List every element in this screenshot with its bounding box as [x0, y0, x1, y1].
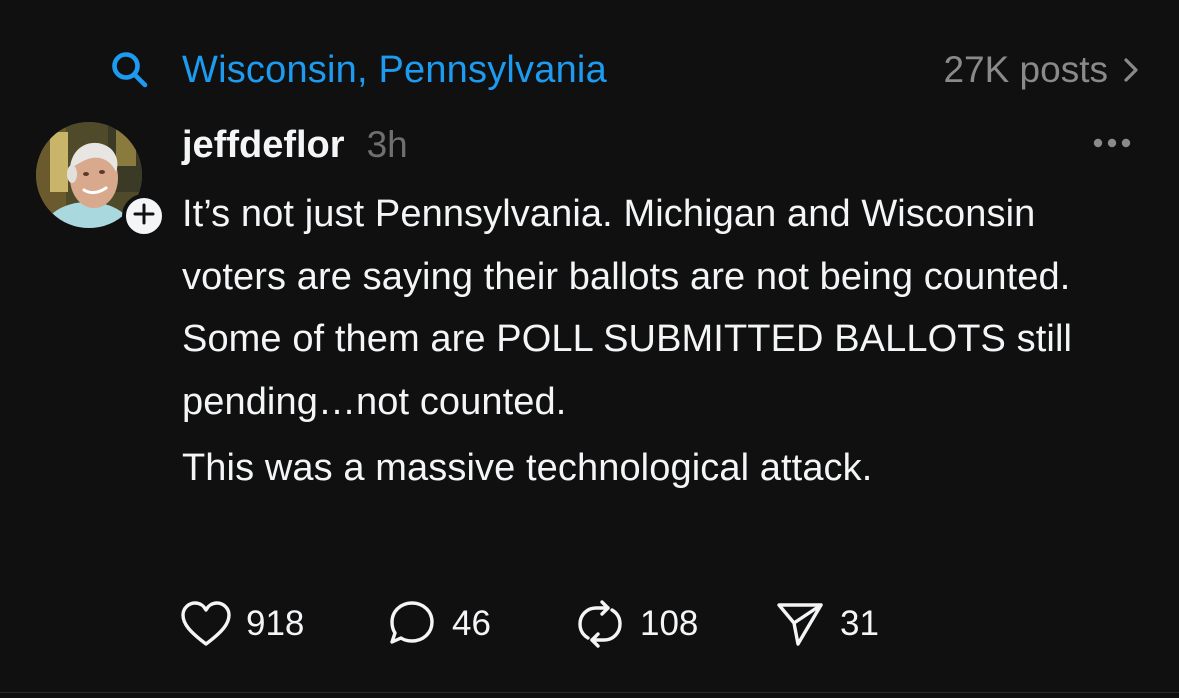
author-avatar-group[interactable]	[36, 122, 166, 238]
author-username[interactable]: jeffdeflor	[182, 124, 345, 167]
more-horizontal-icon	[1090, 136, 1134, 154]
heart-icon	[180, 600, 232, 648]
topic-label[interactable]: Wisconsin, Pennsylvania	[182, 49, 607, 92]
follow-button[interactable]	[122, 194, 166, 238]
reply-count: 46	[452, 604, 491, 643]
topic-post-count[interactable]: 27K posts	[943, 49, 1140, 91]
divider	[0, 692, 1179, 693]
post-paragraph: This was a massive technological attack.	[182, 447, 873, 489]
share-button[interactable]: 31	[774, 596, 894, 652]
post-timestamp[interactable]: 3h	[367, 124, 408, 166]
post-paragraph: It’s not just Pennsylvania. Michigan and…	[182, 193, 1073, 423]
comment-icon	[386, 598, 438, 650]
plus-icon	[133, 203, 155, 230]
repost-count: 108	[640, 604, 699, 643]
send-icon	[774, 599, 826, 649]
post-count-text: 27K posts	[943, 49, 1108, 90]
repost-icon	[574, 598, 626, 650]
reply-button[interactable]: 46	[386, 596, 574, 652]
topic-header[interactable]: Wisconsin, Pennsylvania 27K posts	[110, 40, 1140, 100]
repost-button[interactable]: 108	[574, 596, 774, 652]
more-options-button[interactable]	[1087, 125, 1137, 165]
post-header: jeffdeflor 3h	[182, 118, 1137, 172]
like-count: 918	[246, 604, 305, 643]
post-body: It’s not just Pennsylvania. Michigan and…	[182, 183, 1122, 500]
like-button[interactable]: 918	[180, 596, 386, 652]
post-actions: 918 46 108 31	[180, 596, 894, 652]
search-icon	[110, 48, 154, 92]
share-count: 31	[840, 604, 879, 643]
chevron-right-icon	[1122, 56, 1140, 84]
